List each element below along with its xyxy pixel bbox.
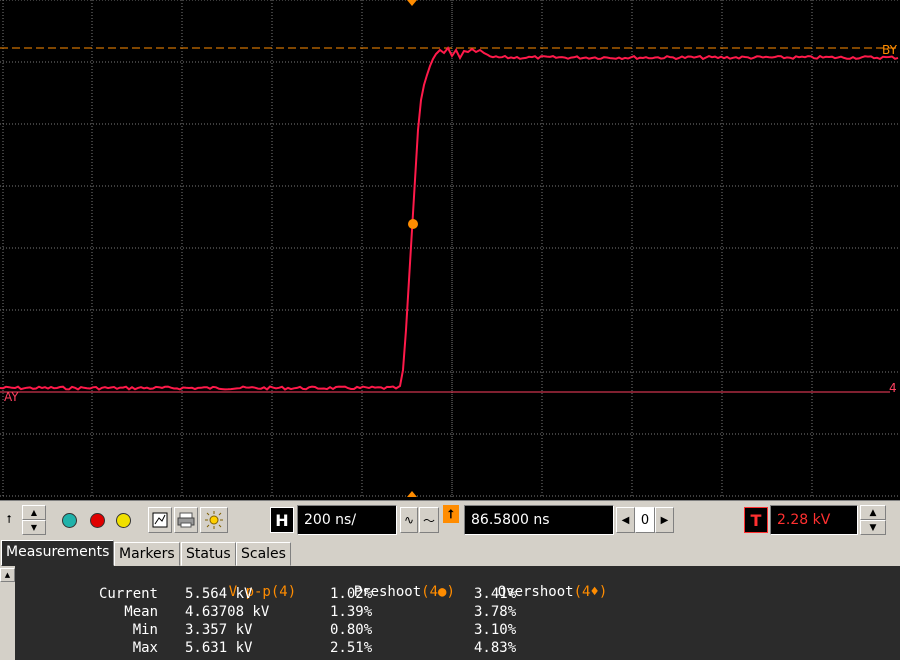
row-overshoot-value: 4.83% xyxy=(474,640,517,656)
tab-markers[interactable]: Markers xyxy=(114,542,180,566)
trigger-position-marker-bottom[interactable] xyxy=(407,491,417,497)
trigger-marker-badge: ⭡ xyxy=(443,505,459,523)
delay-field[interactable]: 86.5800 ns xyxy=(464,505,614,535)
row-preshoot-value: 0.80% xyxy=(330,622,373,638)
header-preshoot-channel: (4●) xyxy=(421,584,455,600)
row-label: Current xyxy=(98,586,158,602)
row-preshoot-value: 2.51% xyxy=(330,640,373,656)
tab-measurements[interactable]: Measurements xyxy=(1,540,115,566)
channel-red-button[interactable] xyxy=(86,507,108,533)
trigger-position-marker-top[interactable] xyxy=(407,0,417,6)
tab-status[interactable]: Status xyxy=(181,542,236,566)
row-label: Mean xyxy=(124,604,158,620)
row-overshoot-value: 3.41% xyxy=(474,586,517,602)
autoscale-button[interactable] xyxy=(148,507,172,533)
print-button[interactable] xyxy=(174,507,198,533)
header-vpp-channel: (4) xyxy=(270,584,297,600)
waveform-display[interactable]: BY AY 4 xyxy=(0,0,900,500)
display-brightness-button[interactable] xyxy=(200,507,228,533)
dc-coupling-button[interactable]: 〜 xyxy=(419,507,439,533)
waveform-canvas[interactable]: BY AY 4 xyxy=(0,0,900,500)
delay-left-button[interactable]: ◀ xyxy=(616,507,635,533)
row-preshoot-value: 1.39% xyxy=(330,604,373,620)
row-label: Min xyxy=(132,622,158,638)
scroll-down-button[interactable]: ▼ xyxy=(22,520,46,535)
printer-icon xyxy=(177,512,195,528)
row-vpp-value: 5.631 kV xyxy=(185,640,253,656)
graticule-grid xyxy=(0,0,900,498)
trigger-label: T xyxy=(744,507,768,533)
scroll-up-arrow[interactable]: ▲ xyxy=(0,568,15,582)
trigger-down-button[interactable]: ▼ xyxy=(860,520,886,535)
panel-tabs: Measurements Markers Status Scales xyxy=(0,540,900,566)
row-vpp-value: 4.63708 kV xyxy=(185,604,270,620)
toolbar-arrow-button[interactable]: ⭡ xyxy=(2,505,16,535)
teal-circle-icon xyxy=(61,512,77,528)
row-vpp-value: 3.357 kV xyxy=(185,622,253,638)
red-circle-icon xyxy=(89,512,105,528)
trigger-point-marker[interactable] xyxy=(408,219,418,229)
scroll-up-button[interactable]: ▲ xyxy=(22,505,46,520)
channel-teal-button[interactable] xyxy=(58,507,80,533)
row-overshoot-value: 3.10% xyxy=(474,622,517,638)
measurements-panel: ▲ V p-p(4) Preshoot(4●) Overshoot(4♦) Cu… xyxy=(0,566,900,660)
control-toolbar: ⭡ ▲ ▼ H 200 ns/ ∿ 〜 ⭡ 86.5800 ns ◀ 0 ▶ T… xyxy=(0,500,900,541)
trigger-up-button[interactable]: ▲ xyxy=(860,505,886,520)
channel-number-label: 4 xyxy=(889,381,897,395)
row-vpp-value: 5.564 kV xyxy=(185,586,253,602)
tab-scales[interactable]: Scales xyxy=(236,542,291,566)
row-overshoot-value: 3.78% xyxy=(474,604,517,620)
ac-coupling-button[interactable]: ∿ xyxy=(400,507,418,533)
channel-label-by: BY xyxy=(882,43,898,57)
measurements-scrollbar[interactable]: ▲ xyxy=(0,566,15,660)
sun-icon xyxy=(205,511,223,529)
delay-reference-value[interactable]: 0 xyxy=(635,507,655,533)
waveform-trace xyxy=(0,46,899,391)
trigger-level-field[interactable]: 2.28 kV xyxy=(770,505,858,535)
timebase-field[interactable]: 200 ns/ xyxy=(297,505,397,535)
yellow-circle-icon xyxy=(115,512,131,528)
delay-right-button[interactable]: ▶ xyxy=(655,507,674,533)
row-preshoot-value: 1.02% xyxy=(330,586,373,602)
channel-yellow-button[interactable] xyxy=(112,507,134,533)
autoscale-icon xyxy=(152,512,168,528)
horizontal-label: H xyxy=(270,507,294,533)
channel-label-ay: AY xyxy=(4,390,19,404)
header-overshoot-channel: (4♦) xyxy=(573,584,608,600)
row-label: Max xyxy=(132,640,158,656)
